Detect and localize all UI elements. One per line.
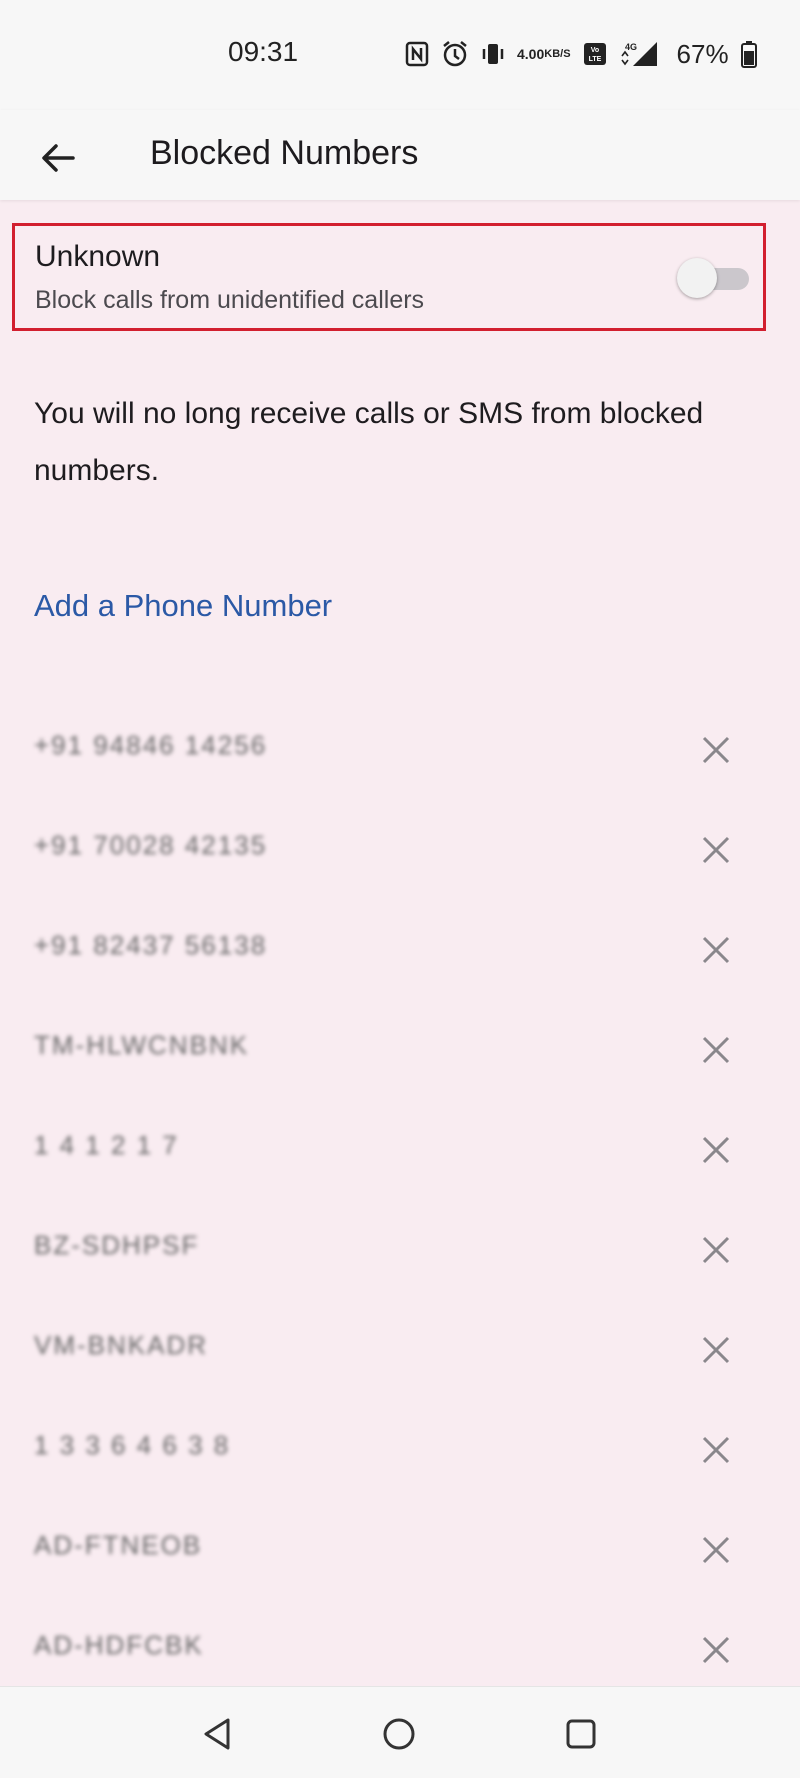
close-icon bbox=[702, 836, 730, 864]
status-bar: 09:31 4.00 KB/S Vo LTE 4G 67% bbox=[0, 0, 800, 110]
blocked-numbers-list: +91 94846 14256 +91 70028 42135 +91 8243… bbox=[0, 700, 800, 1700]
blocked-number: TM-HLWCNBNK bbox=[34, 1030, 250, 1060]
blocked-number: BZ-SDHPSF bbox=[34, 1230, 200, 1260]
blocked-number: VM-BNKADR bbox=[34, 1330, 209, 1360]
blocked-number-row: +91 94846 14256 bbox=[0, 700, 800, 800]
remove-number-button[interactable] bbox=[692, 826, 740, 874]
remove-number-button[interactable] bbox=[692, 926, 740, 974]
blocked-number-row: TM-HLWCNBNK bbox=[0, 1000, 800, 1100]
blocked-number: +91 70028 42135 bbox=[34, 830, 268, 860]
close-icon bbox=[702, 936, 730, 964]
nav-home-icon bbox=[383, 1718, 415, 1750]
remove-number-button[interactable] bbox=[692, 1626, 740, 1674]
blocked-number: +91 82437 56138 bbox=[34, 930, 268, 960]
blocked-number-row: 1 3 3 6 4 6 3 8 bbox=[0, 1400, 800, 1500]
status-icons: 4.00 KB/S Vo LTE 4G 67% bbox=[405, 36, 757, 72]
unknown-setting-title: Unknown bbox=[35, 240, 161, 273]
blocked-number-row: VM-BNKADR bbox=[0, 1300, 800, 1400]
network-type-label: 4G bbox=[625, 42, 637, 52]
blocked-number-row: +91 82437 56138 bbox=[0, 900, 800, 1000]
unknown-callers-setting[interactable]: Unknown Block calls from unidentified ca… bbox=[12, 223, 766, 331]
signal-icon: 4G bbox=[619, 40, 659, 68]
close-icon bbox=[702, 1536, 730, 1564]
unknown-callers-toggle[interactable] bbox=[677, 256, 751, 300]
remove-number-button[interactable] bbox=[692, 1126, 740, 1174]
nav-recents-button[interactable] bbox=[556, 1709, 606, 1759]
arrow-back-icon bbox=[42, 144, 75, 172]
remove-number-button[interactable] bbox=[692, 1326, 740, 1374]
info-text: You will no long receive calls or SMS fr… bbox=[34, 397, 704, 487]
nfc-icon bbox=[405, 41, 429, 67]
nav-recents-icon bbox=[566, 1719, 596, 1749]
remove-number-button[interactable] bbox=[692, 1426, 740, 1474]
add-phone-number-link[interactable]: Add a Phone Number bbox=[34, 588, 332, 624]
close-icon bbox=[702, 1636, 730, 1664]
remove-number-button[interactable] bbox=[692, 1226, 740, 1274]
alarm-icon bbox=[441, 40, 469, 68]
close-icon bbox=[702, 1236, 730, 1264]
close-icon bbox=[702, 1136, 730, 1164]
blocked-number-row: AD-HDFCBK bbox=[0, 1600, 800, 1700]
close-icon bbox=[702, 1336, 730, 1364]
close-icon bbox=[702, 1036, 730, 1064]
close-icon bbox=[702, 736, 730, 764]
net-speed: 4.00 KB/S bbox=[517, 46, 571, 62]
navigation-bar bbox=[0, 1686, 800, 1778]
blocked-number: 1 4 1 2 1 7 bbox=[34, 1130, 179, 1160]
blocked-number: AD-FTNEOB bbox=[34, 1530, 203, 1560]
blocked-number-row: AD-FTNEOB bbox=[0, 1500, 800, 1600]
battery-icon bbox=[740, 40, 757, 68]
svg-text:Vo: Vo bbox=[590, 47, 598, 54]
remove-number-button[interactable] bbox=[692, 1026, 740, 1074]
battery-percent: 67% bbox=[676, 38, 729, 69]
status-time: 09:31 bbox=[228, 36, 299, 67]
remove-number-button[interactable] bbox=[692, 1526, 740, 1574]
blocked-number: +91 94846 14256 bbox=[34, 730, 268, 760]
close-icon bbox=[702, 1436, 730, 1464]
blocked-number-row: +91 70028 42135 bbox=[0, 800, 800, 900]
toggle-thumb bbox=[677, 258, 717, 298]
back-button[interactable] bbox=[30, 130, 86, 186]
remove-number-button[interactable] bbox=[692, 726, 740, 774]
blocked-number-row: BZ-SDHPSF bbox=[0, 1200, 800, 1300]
svg-text:LTE: LTE bbox=[588, 56, 601, 63]
blocked-number-row: 1 4 1 2 1 7 bbox=[0, 1100, 800, 1200]
app-bar: Blocked Numbers bbox=[0, 110, 800, 200]
unknown-setting-subtitle: Block calls from unidentified callers bbox=[35, 286, 425, 314]
volte-icon: Vo LTE bbox=[583, 41, 607, 67]
nav-back-button[interactable] bbox=[193, 1709, 243, 1759]
nav-home-button[interactable] bbox=[374, 1709, 424, 1759]
blocked-number: AD-HDFCBK bbox=[34, 1630, 204, 1660]
nav-back-icon bbox=[204, 1718, 230, 1750]
blocked-number: 1 3 3 6 4 6 3 8 bbox=[34, 1430, 231, 1460]
vibrate-icon bbox=[481, 41, 505, 67]
page-title: Blocked Numbers bbox=[150, 134, 419, 172]
